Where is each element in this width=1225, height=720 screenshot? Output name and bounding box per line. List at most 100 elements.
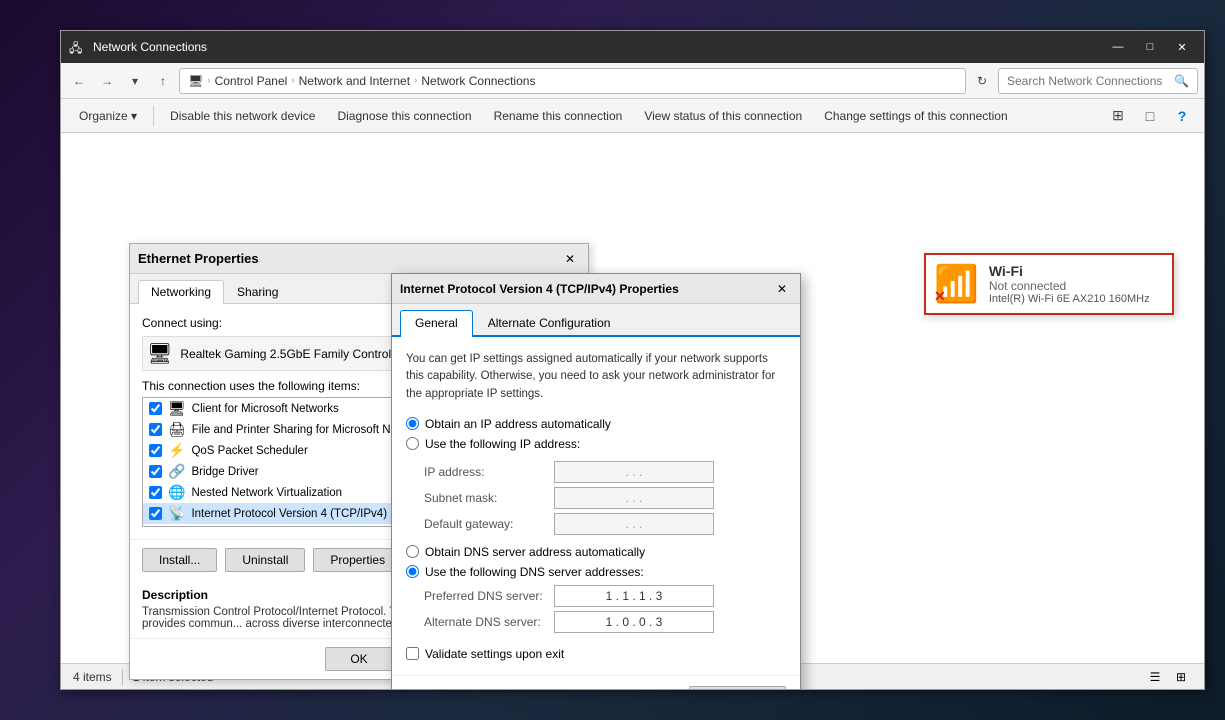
diagnose-button[interactable]: Diagnose this connection: [327, 105, 481, 127]
item-checkbox-3[interactable]: [149, 465, 162, 478]
tab-general[interactable]: General: [400, 310, 473, 337]
item-checkbox-0[interactable]: [149, 402, 162, 415]
radio-obtain-auto-input[interactable]: [406, 417, 419, 430]
dropdown-button[interactable]: ▾: [123, 69, 147, 93]
properties-button[interactable]: Properties: [313, 548, 402, 572]
path-icon: 🖥: [188, 74, 203, 88]
alternate-dns-label: Alternate DNS server:: [424, 615, 554, 629]
item-label-5: Internet Protocol Version 4 (TCP/IPv4): [191, 508, 387, 520]
validate-label: Validate settings upon exit: [425, 647, 564, 661]
view-status-button[interactable]: View status of this connection: [634, 105, 812, 127]
radio-use-following: Use the following IP address:: [406, 437, 786, 451]
tcpip-tabs: General Alternate Configuration: [392, 304, 800, 337]
ethernet-dialog-title: Ethernet Properties: [138, 251, 560, 266]
dns-fields: Preferred DNS server: Alternate DNS serv…: [424, 585, 786, 633]
tab-alternate-config[interactable]: Alternate Configuration: [473, 310, 626, 335]
search-icon: 🔍: [1174, 74, 1189, 88]
adapter-icon: 🖥: [147, 341, 172, 366]
breadcrumb-network-internet[interactable]: Network and Internet: [299, 74, 410, 88]
tab-networking[interactable]: Networking: [138, 280, 224, 304]
icon-view-button[interactable]: ⊞: [1170, 668, 1192, 686]
item-checkbox-5[interactable]: [149, 507, 162, 520]
refresh-button[interactable]: ↻: [970, 69, 994, 93]
item-checkbox-2[interactable]: [149, 444, 162, 457]
forward-button[interactable]: →: [95, 69, 119, 93]
ip-address-input[interactable]: [554, 461, 714, 483]
content-area: 📶 ✕ Wi-Fi Not connected Intel(R) Wi-Fi 6…: [61, 133, 1204, 689]
wifi-name: Wi-Fi: [989, 263, 1164, 279]
help-button[interactable]: ?: [1168, 104, 1196, 128]
close-button[interactable]: ✕: [1168, 37, 1196, 57]
radio-obtain-auto: Obtain an IP address automatically: [406, 417, 786, 431]
preferred-dns-input[interactable]: [554, 585, 714, 607]
view-icons-button[interactable]: ⊞: [1104, 104, 1132, 128]
ethernet-dialog-close[interactable]: ✕: [560, 250, 580, 268]
status-right: ☰ ⊞: [1144, 668, 1192, 686]
tcpip-body: You can get IP settings assigned automat…: [392, 337, 800, 675]
preferred-dns-row: Preferred DNS server:: [424, 585, 786, 607]
subnet-mask-input[interactable]: [554, 487, 714, 509]
preferred-dns-label: Preferred DNS server:: [424, 589, 554, 603]
address-path[interactable]: 🖥 › Control Panel › Network and Internet…: [179, 68, 966, 94]
view-preview-button[interactable]: □: [1136, 104, 1164, 128]
default-gateway-row: Default gateway:: [424, 513, 786, 535]
ip-address-label: IP address:: [424, 465, 554, 479]
wifi-error-badge: ✕: [934, 288, 946, 305]
radio-obtain-auto-label: Obtain an IP address automatically: [425, 417, 611, 431]
validate-row: Validate settings upon exit: [406, 647, 786, 661]
subnet-mask-row: Subnet mask:: [424, 487, 786, 509]
radio-use-following-label: Use the following IP address:: [425, 437, 580, 451]
radio-use-following-input[interactable]: [406, 437, 419, 450]
ethernet-dialog-titlebar: Ethernet Properties ✕: [130, 244, 588, 274]
subnet-mask-label: Subnet mask:: [424, 491, 554, 505]
back-button[interactable]: ←: [67, 69, 91, 93]
ip-fields: IP address: Subnet mask: Default gateway…: [424, 461, 786, 535]
search-box[interactable]: 🔍: [998, 68, 1198, 94]
title-bar-controls: — □ ✕: [1104, 37, 1196, 57]
dns-section: Obtain DNS server address automatically …: [406, 545, 786, 579]
change-settings-button[interactable]: Change settings of this connection: [814, 105, 1017, 127]
maximize-button[interactable]: □: [1136, 37, 1164, 57]
search-input[interactable]: [1007, 74, 1170, 88]
item-label-4: Nested Network Virtualization: [191, 487, 342, 499]
item-label-2: QoS Packet Scheduler: [191, 445, 307, 457]
tab-sharing[interactable]: Sharing: [224, 280, 291, 303]
install-button[interactable]: Install...: [142, 548, 217, 572]
default-gateway-input[interactable]: [554, 513, 714, 535]
toolbar: Organize ▾ Disable this network device D…: [61, 99, 1204, 133]
radio-dns-manual-input[interactable]: [406, 565, 419, 578]
wifi-status: Not connected: [989, 279, 1164, 293]
title-bar: 🖧 Network Connections — □ ✕: [61, 31, 1204, 63]
adapter-name: Realtek Gaming 2.5GbE Family Controller: [180, 347, 404, 361]
main-content: 📶 ✕ Wi-Fi Not connected Intel(R) Wi-Fi 6…: [61, 133, 1204, 689]
alternate-dns-input[interactable]: [554, 611, 714, 633]
rename-button[interactable]: Rename this connection: [484, 105, 633, 127]
item-count: 4 items: [73, 670, 112, 684]
uninstall-button[interactable]: Uninstall: [225, 548, 305, 572]
address-bar: ← → ▾ ↑ 🖥 › Control Panel › Network and …: [61, 63, 1204, 99]
wifi-card[interactable]: 📶 ✕ Wi-Fi Not connected Intel(R) Wi-Fi 6…: [924, 253, 1174, 315]
advanced-button[interactable]: Advanced...: [689, 686, 786, 689]
breadcrumb-control-panel[interactable]: Control Panel: [215, 74, 288, 88]
list-view-button[interactable]: ☰: [1144, 668, 1166, 686]
organize-button[interactable]: Organize ▾: [69, 105, 147, 127]
window-title: Network Connections: [93, 40, 1104, 54]
wifi-icon-area: 📶 ✕: [934, 263, 979, 305]
validate-checkbox[interactable]: [406, 647, 419, 660]
tcpip-info-text: You can get IP settings assigned automat…: [406, 351, 786, 403]
radio-dns-auto: Obtain DNS server address automatically: [406, 545, 786, 559]
disable-network-button[interactable]: Disable this network device: [160, 105, 325, 127]
tcpip-close-button[interactable]: ✕: [772, 280, 792, 298]
up-button[interactable]: ↑: [151, 69, 175, 93]
alternate-dns-row: Alternate DNS server:: [424, 611, 786, 633]
toolbar-right: ⊞ □ ?: [1104, 104, 1196, 128]
item-checkbox-1[interactable]: [149, 423, 162, 436]
minimize-button[interactable]: —: [1104, 37, 1132, 57]
item-checkbox-4[interactable]: [149, 486, 162, 499]
window-icon: 🖧: [69, 39, 85, 55]
radio-dns-auto-input[interactable]: [406, 545, 419, 558]
ethernet-ok-button[interactable]: OK: [325, 647, 392, 671]
tcpip-dialog-title: Internet Protocol Version 4 (TCP/IPv4) P…: [400, 282, 772, 296]
tcpip-titlebar: Internet Protocol Version 4 (TCP/IPv4) P…: [392, 274, 800, 304]
breadcrumb-network-connections[interactable]: Network Connections: [421, 74, 535, 88]
